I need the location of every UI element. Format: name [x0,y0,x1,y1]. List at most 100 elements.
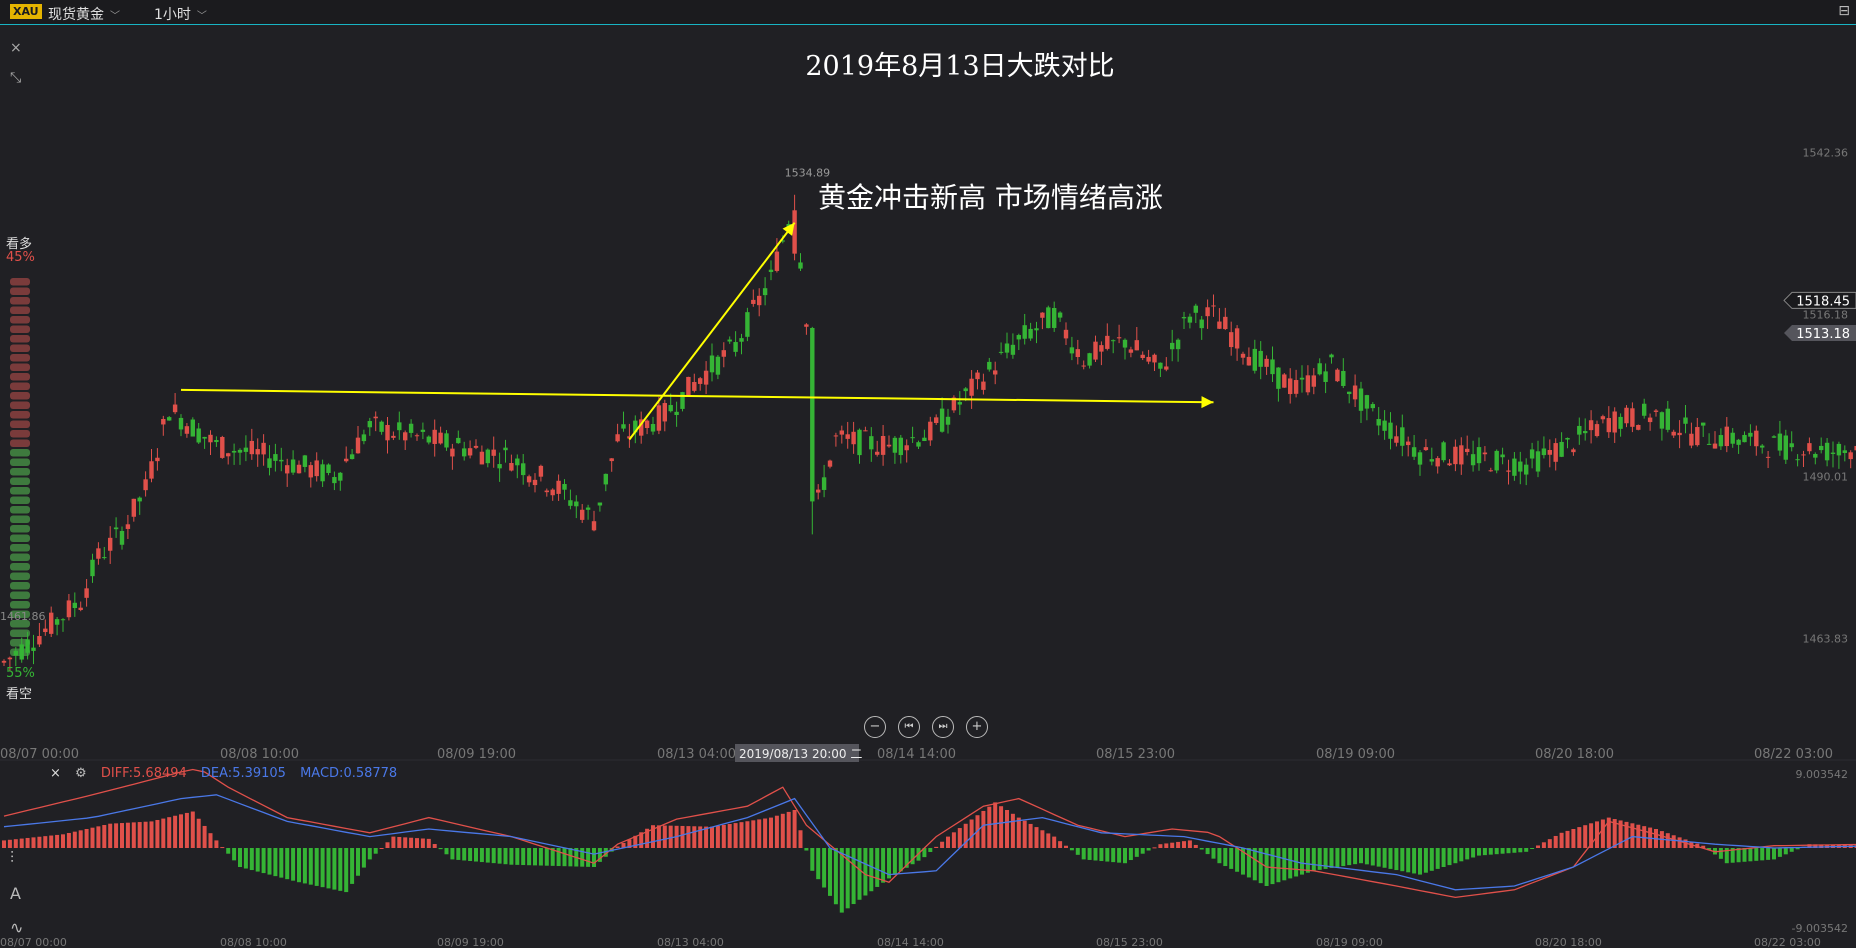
candle-up [108,537,113,551]
candle-down [1470,454,1476,466]
macd-bar-neg [851,848,856,905]
candle-down [1341,370,1346,386]
candle-down [1583,431,1588,434]
candle-down [503,447,508,451]
candle-down [1500,454,1505,458]
candle-up [1553,443,1558,462]
candle-up [432,429,437,444]
candle-down [1706,443,1712,445]
candle-down [916,442,921,447]
candle-down [668,405,673,412]
macd-axis-top: 9.003542 [1796,768,1849,781]
bull-segment [10,392,30,400]
candle-up [1152,354,1157,363]
zoom-in-button[interactable]: + [966,716,988,738]
macd-bar-pos [1005,810,1009,848]
macd-bar-pos [1016,817,1021,848]
annotation-text: 黄金冲击新高 市场情绪高涨 [818,181,1163,214]
candle-up [1282,374,1287,388]
macd-bar-neg [297,848,301,883]
candle-up [1547,449,1552,455]
macd-bar-pos [704,826,709,848]
macd-bar-pos [668,825,673,848]
candle-down [290,459,296,473]
candle-down [273,454,278,461]
macd-bar-neg [810,848,815,871]
macd-bar-neg [1789,848,1794,852]
candle-up [845,434,850,439]
macd-bar-pos [999,806,1004,848]
macd-bar-pos [1158,844,1163,848]
macd-bar-neg [822,848,827,888]
macd-bar-neg [586,848,591,867]
scroll-end-button[interactable]: ⏭ [932,716,954,738]
bear-segment [10,477,30,485]
macd-bar-pos [1182,841,1186,848]
candle-down [1718,435,1724,447]
candle-up [880,435,886,455]
draw-tool-icon[interactable]: A [10,884,21,903]
candle-down [137,497,142,502]
macd-close-icon[interactable]: × [50,766,61,781]
bear-segment [10,629,30,637]
candle-down [1158,362,1163,369]
macd-bar-neg [1081,848,1086,860]
indicator-icon[interactable]: ⫶ [10,848,14,868]
macd-x-axis-label: 08/14 14:00 [877,936,944,948]
bull-segment [10,306,30,314]
candle-down [102,557,107,559]
macd-bar-neg [1123,848,1127,864]
candle-up [1588,420,1594,431]
wave-icon[interactable]: ∿ [10,918,23,937]
bear-segment [10,458,30,466]
candle-up [473,445,479,448]
candle-up [1264,358,1269,367]
annotation-arrow [628,222,796,441]
candle-up [184,426,190,434]
candle-down [987,361,992,370]
candle-up [509,462,514,471]
candle-down [178,417,184,430]
candle-up [1630,408,1635,427]
macd-bar-pos [733,823,738,848]
candle-up [615,434,620,442]
price-chart[interactable]: 1542.36 1490.01 1463.83 1518.451516.18 1513.… [0,0,1856,948]
bear-segment [10,582,30,590]
candle-down [869,436,874,450]
candle-up [66,600,72,618]
candle-up [827,460,833,467]
macd-bar-neg [1423,848,1428,873]
candle-up [975,372,980,380]
x-axis-label: 08/08 10:00 [220,747,299,762]
candle-up [839,430,844,435]
bull-segment [10,439,30,447]
candle-down [857,429,862,456]
candle-down [574,501,579,507]
macd-bar-pos [196,818,201,848]
macd-bar-pos [403,837,408,848]
bull-segment [10,363,30,371]
bull-segment [10,382,30,390]
candle-up [125,524,131,529]
scroll-start-button[interactable]: ⏮ [898,716,920,738]
macd-bar-pos [763,818,768,848]
macd-bar-neg [1117,848,1122,863]
candle-up [1134,340,1139,351]
candle-down [361,434,367,442]
candle-up [296,464,302,474]
candle-up [981,381,986,390]
candle-down [279,459,284,462]
candle-up [1406,441,1411,446]
macd-bar-pos [167,817,172,848]
settings-gear-icon[interactable]: ⚙ [75,766,87,781]
macd-bar-pos [391,836,396,848]
macd-bar-pos [137,822,142,848]
macd-bar-neg [291,848,296,881]
macd-bar-neg [881,848,886,883]
macd-bar-neg [515,848,520,865]
candle-up [78,607,83,610]
zoom-out-button[interactable]: − [864,716,886,738]
candle-down [420,429,426,432]
candle-up [344,458,349,462]
candle-up [609,458,614,462]
